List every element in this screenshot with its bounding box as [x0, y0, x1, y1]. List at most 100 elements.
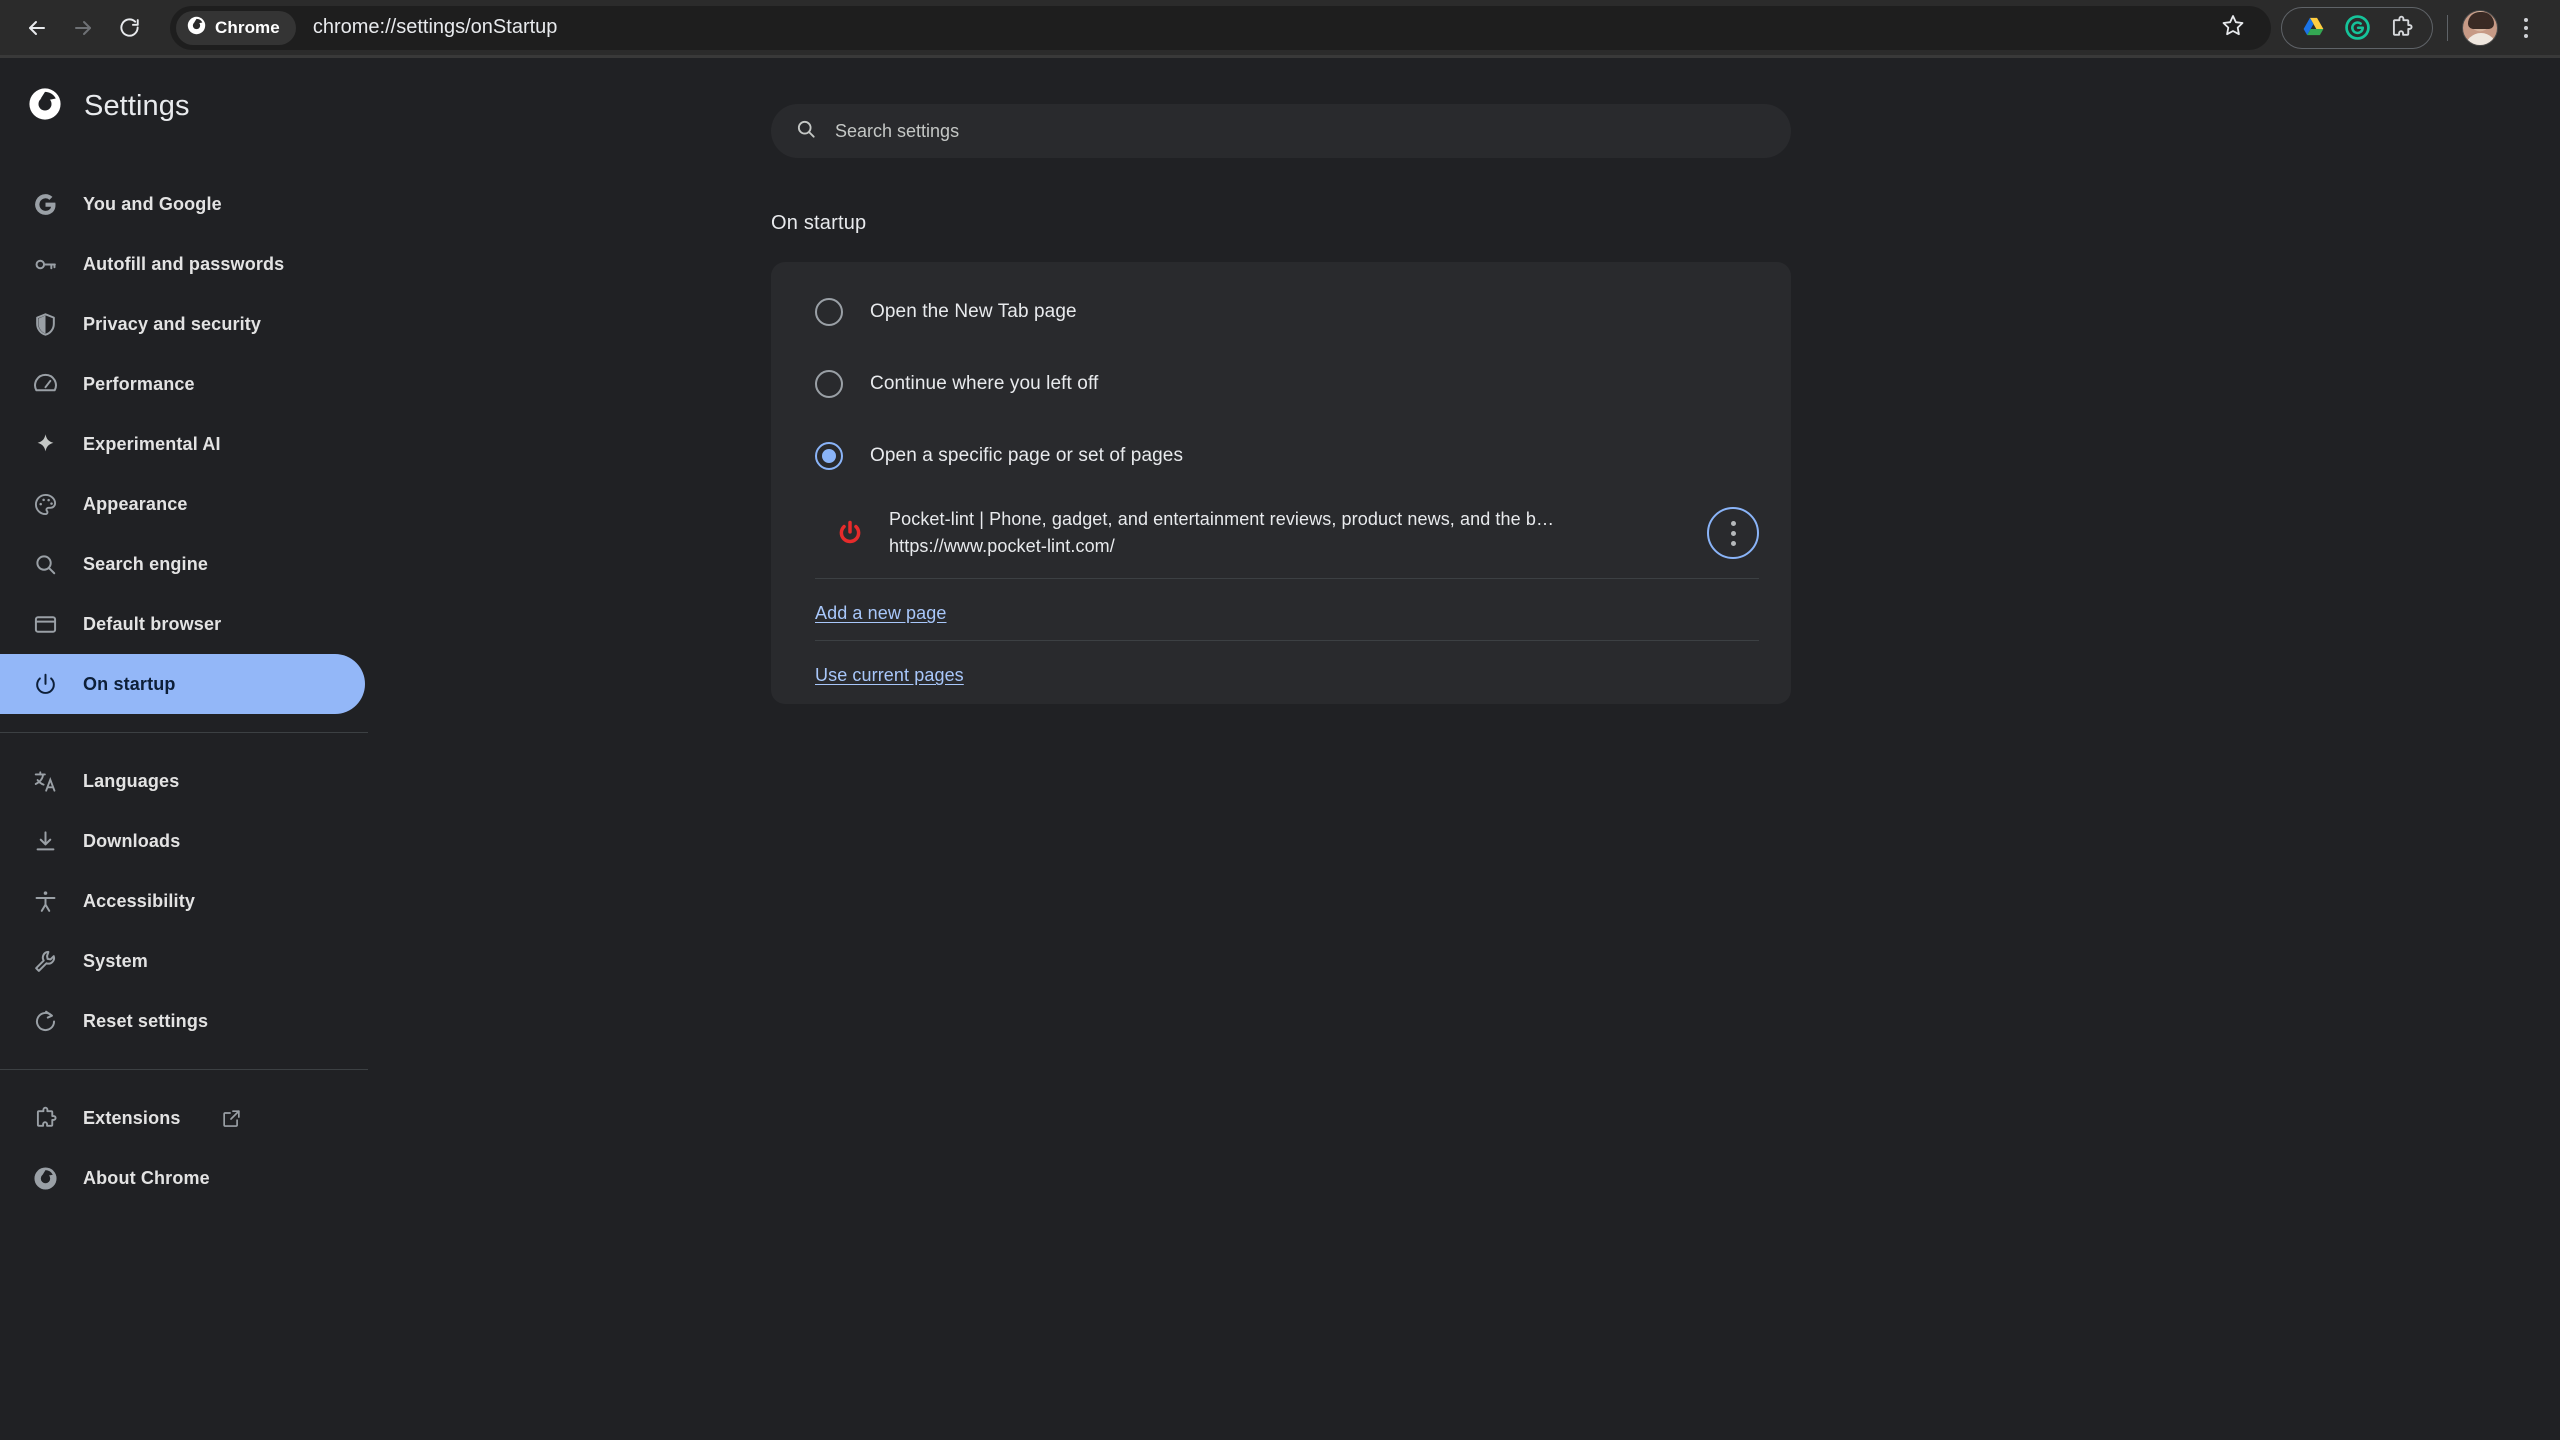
startup-page-title: Pocket-lint | Phone, gadget, and enterta… — [889, 509, 1555, 529]
settings-brand: Settings — [0, 58, 368, 154]
browser-toolbar: Chrome chrome://settings/onStartup — [0, 0, 2560, 58]
settings-main: Search settings On startup Open the New … — [368, 58, 2560, 1437]
sidebar-group-1: You and Google Autofill and passwords Pr… — [0, 174, 368, 714]
sidebar-item-you-and-google[interactable]: You and Google — [0, 174, 368, 234]
sidebar-item-label: Downloads — [83, 830, 181, 851]
google-g-icon — [30, 189, 60, 219]
browser-window-icon — [30, 609, 60, 639]
key-icon — [30, 249, 60, 279]
sidebar-divider — [0, 732, 368, 733]
chrome-logo-icon — [30, 1163, 60, 1193]
sidebar-item-search-engine[interactable]: Search engine — [0, 534, 368, 594]
google-drive-icon[interactable] — [2294, 9, 2332, 47]
sparkle-icon — [30, 429, 60, 459]
sidebar-item-reset-settings[interactable]: Reset settings — [0, 991, 368, 1051]
radio-label: Open a specific page or set of pages — [870, 445, 1184, 466]
reload-icon — [118, 16, 141, 39]
sidebar-group-2: Languages Downloads Accessibility System — [0, 751, 368, 1051]
page-title: Settings — [84, 89, 190, 122]
reload-button[interactable] — [106, 5, 152, 51]
search-input[interactable]: Search settings — [771, 104, 1791, 158]
sidebar-item-performance[interactable]: Performance — [0, 354, 368, 414]
speedometer-icon — [30, 369, 60, 399]
sidebar-item-experimental-ai[interactable]: Experimental AI — [0, 414, 368, 474]
chrome-origin-chip[interactable]: Chrome — [176, 10, 296, 45]
search-placeholder: Search settings — [835, 120, 960, 141]
sidebar-item-label: Privacy and security — [83, 313, 262, 334]
toolbar-separator — [2447, 14, 2448, 41]
radio-option-specific-pages[interactable]: Open a specific page or set of pages — [771, 420, 1791, 492]
forward-button[interactable] — [60, 5, 106, 51]
sidebar-item-downloads[interactable]: Downloads — [0, 811, 368, 871]
forward-arrow-icon — [71, 16, 95, 40]
sidebar-item-label: On startup — [83, 673, 176, 694]
radio-option-continue[interactable]: Continue where you left off — [771, 348, 1791, 420]
chrome-logo-icon — [187, 16, 206, 40]
three-dot-menu-icon — [1730, 520, 1736, 526]
sidebar-item-label: Experimental AI — [83, 433, 221, 454]
sidebar-item-label: Search engine — [83, 553, 208, 574]
grammarly-icon[interactable] — [2338, 9, 2376, 47]
sidebar-item-label: Autofill and passwords — [83, 253, 285, 274]
download-icon — [30, 826, 60, 856]
sidebar-item-extensions[interactable]: Extensions — [0, 1088, 368, 1148]
browser-menu-button[interactable] — [2506, 8, 2546, 48]
sidebar-item-label: Extensions — [83, 1107, 181, 1128]
power-icon — [30, 669, 60, 699]
search-area: Search settings — [368, 58, 2560, 158]
pocket-lint-power-icon — [835, 518, 865, 548]
startup-page-url: https://www.pocket-lint.com/ — [889, 536, 1115, 556]
radio-button[interactable] — [815, 370, 843, 398]
avatar[interactable] — [2462, 9, 2498, 46]
shield-icon — [30, 309, 60, 339]
sidebar-item-label: Default browser — [83, 613, 222, 634]
back-arrow-icon — [25, 16, 49, 40]
wrench-icon — [30, 946, 60, 976]
sidebar-item-privacy-and-security[interactable]: Privacy and security — [0, 294, 368, 354]
sidebar-item-system[interactable]: System — [0, 931, 368, 991]
startup-page-row: Pocket-lint | Phone, gadget, and enterta… — [771, 498, 1791, 568]
add-a-new-page-link[interactable]: Add a new page — [815, 603, 947, 624]
use-current-pages-link[interactable]: Use current pages — [815, 665, 964, 686]
on-startup-card: Open the New Tab page Continue where you… — [771, 262, 1791, 704]
radio-option-new-tab[interactable]: Open the New Tab page — [771, 276, 1791, 348]
palette-icon — [30, 489, 60, 519]
startup-page-menu-button[interactable] — [1707, 507, 1759, 559]
translate-icon — [30, 766, 60, 796]
add-page-row: Add a new page — [771, 579, 1791, 630]
url-text[interactable]: chrome://settings/onStartup — [313, 16, 2211, 39]
radio-button-selected[interactable] — [815, 442, 843, 470]
radio-button[interactable] — [815, 298, 843, 326]
back-button[interactable] — [14, 5, 60, 51]
sidebar-item-default-browser[interactable]: Default browser — [0, 594, 368, 654]
sidebar-item-label: Reset settings — [83, 1010, 209, 1031]
sidebar-item-autofill-and-passwords[interactable]: Autofill and passwords — [0, 234, 368, 294]
sidebar-item-accessibility[interactable]: Accessibility — [0, 871, 368, 931]
star-icon — [2221, 13, 2245, 42]
extensions-puzzle-icon[interactable] — [2382, 9, 2420, 47]
address-bar[interactable]: Chrome chrome://settings/onStartup — [170, 5, 2271, 50]
section-title: On startup — [771, 212, 867, 234]
use-current-pages-row: Use current pages — [771, 641, 1791, 692]
startup-page-info: Pocket-lint | Phone, gadget, and enterta… — [889, 506, 1707, 560]
radio-label: Continue where you left off — [870, 373, 1099, 394]
sidebar-item-label: Performance — [83, 373, 195, 394]
sidebar-item-label: Appearance — [83, 493, 188, 514]
reset-icon — [30, 1006, 60, 1036]
accessibility-icon — [30, 886, 60, 916]
settings-sidebar: Settings You and Google Autofill and pas… — [0, 58, 368, 1437]
bookmark-button[interactable] — [2211, 6, 2255, 50]
sidebar-item-label: Languages — [83, 770, 180, 791]
three-dot-menu-icon — [2524, 17, 2528, 22]
sidebar-item-about-chrome[interactable]: About Chrome — [0, 1148, 368, 1208]
open-in-new-icon[interactable] — [220, 1106, 244, 1130]
sidebar-item-on-startup[interactable]: On startup — [0, 654, 365, 714]
chrome-logo-icon — [28, 87, 62, 126]
sidebar-item-label: You and Google — [83, 193, 222, 214]
sidebar-item-languages[interactable]: Languages — [0, 751, 368, 811]
search-icon — [795, 118, 817, 145]
search-icon — [30, 549, 60, 579]
radio-label: Open the New Tab page — [870, 301, 1077, 322]
settings-page: Settings You and Google Autofill and pas… — [0, 58, 2560, 1437]
sidebar-item-appearance[interactable]: Appearance — [0, 474, 368, 534]
